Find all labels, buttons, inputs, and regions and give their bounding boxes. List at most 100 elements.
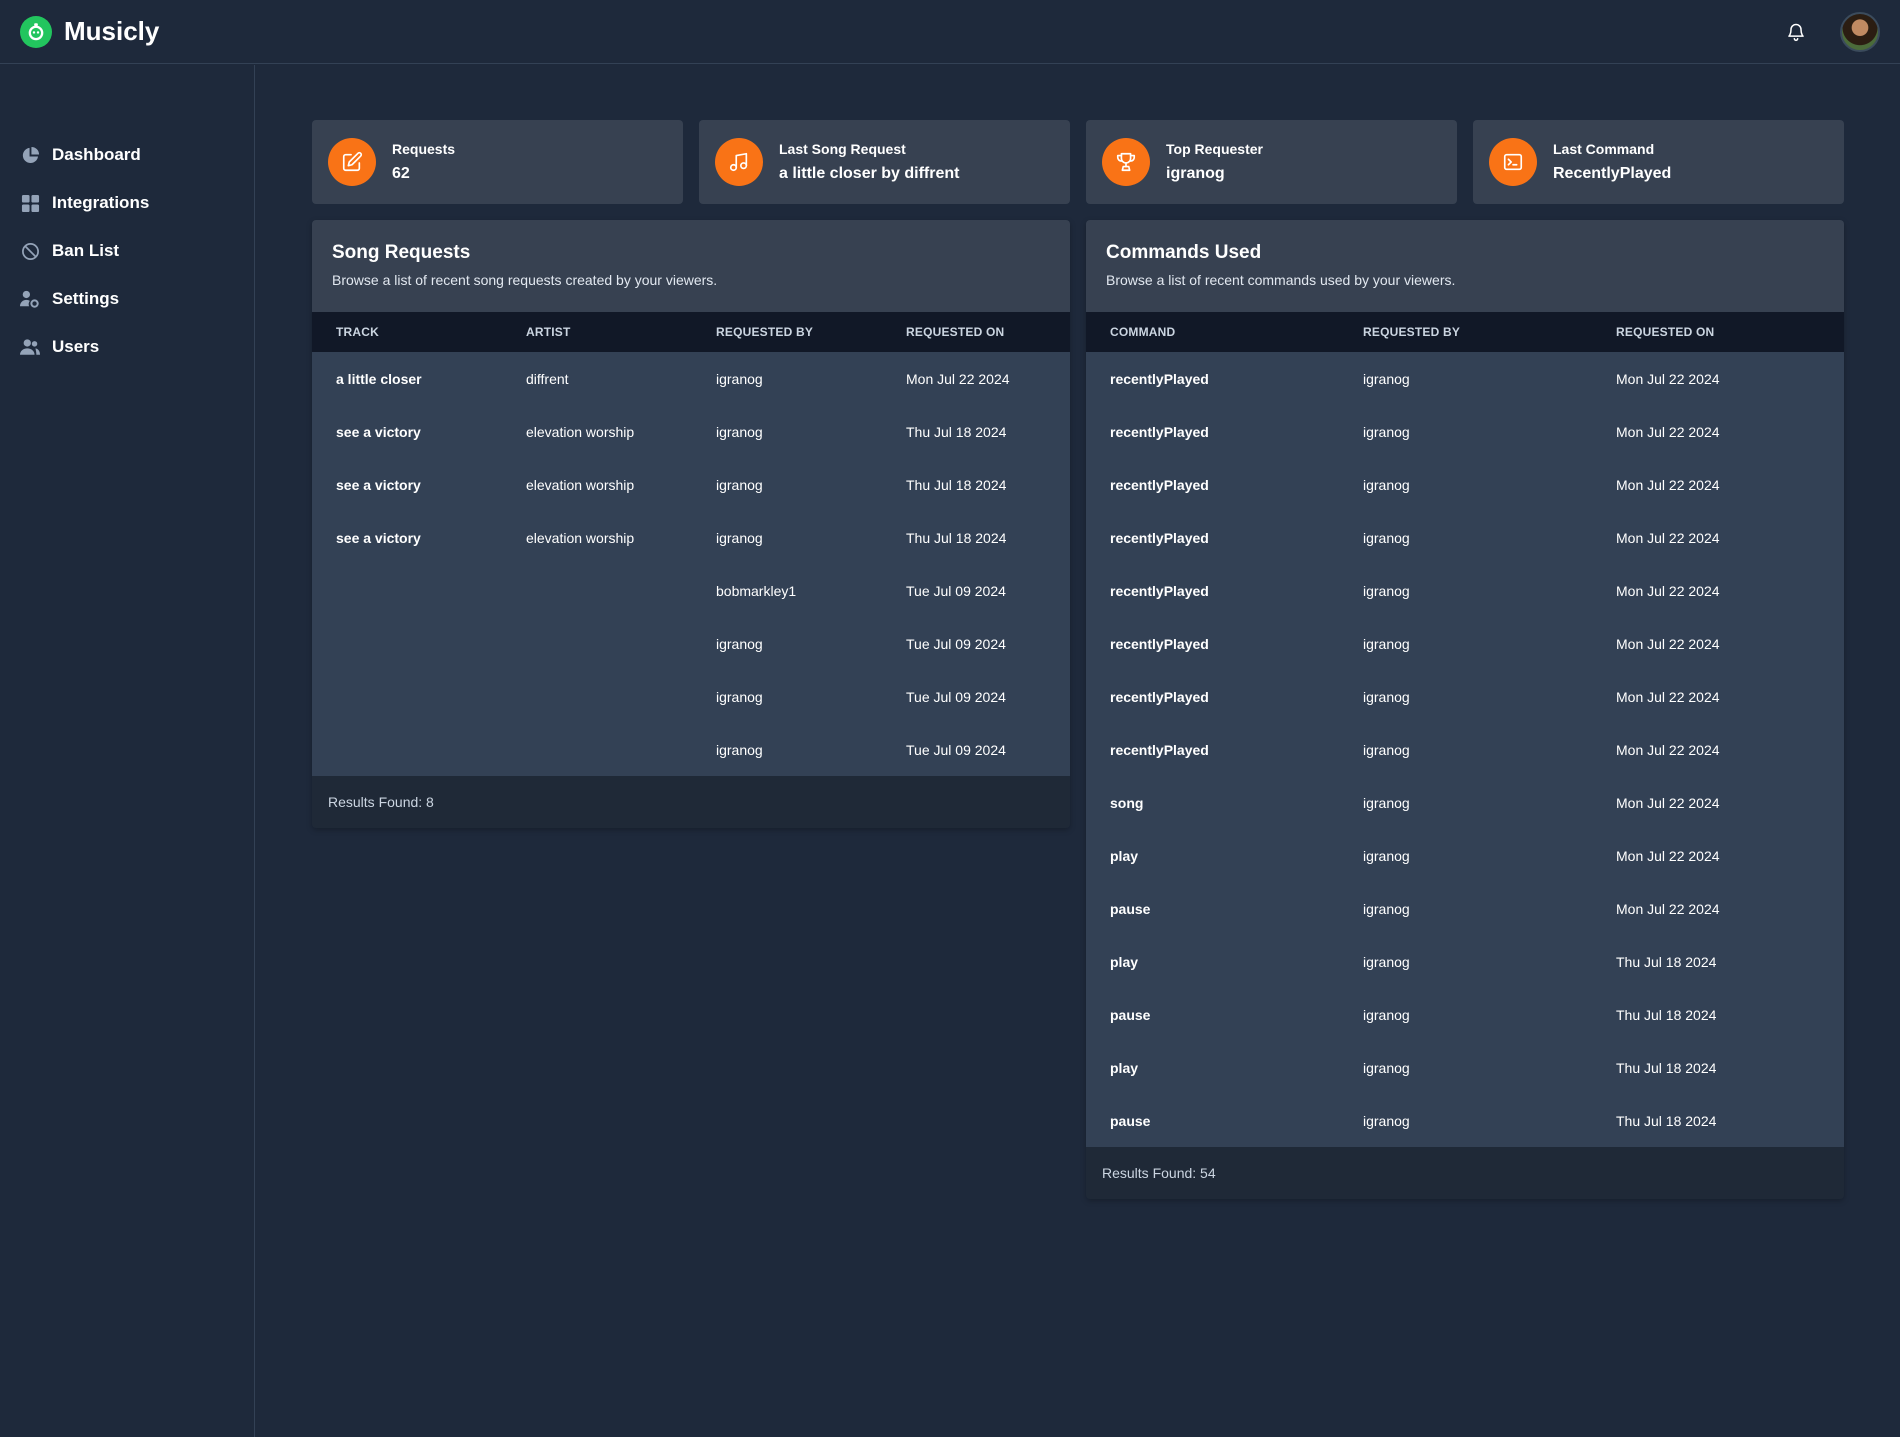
column-header-requested-by[interactable]: Requested By [1339, 312, 1592, 352]
column-header-command[interactable]: Command [1086, 312, 1339, 352]
table-row[interactable]: igranog Tue Jul 09 2024 [312, 617, 1070, 670]
requested-by-cell: igranog [1363, 741, 1410, 758]
table-row[interactable]: pause igranog Thu Jul 18 2024 [1086, 1094, 1844, 1147]
stat-value: RecentlyPlayed [1553, 165, 1672, 182]
terminal-icon [1489, 138, 1537, 186]
user-avatar[interactable] [1840, 11, 1880, 52]
column-header-requested-by[interactable]: Requested By [692, 312, 882, 352]
sidebar-item-settings[interactable]: Settings [0, 275, 254, 323]
column-header-requested-on[interactable]: Requested On [1592, 312, 1844, 352]
track-cell [312, 670, 502, 723]
requested-by-cell: igranog [716, 423, 763, 440]
table-row[interactable]: pause igranog Mon Jul 22 2024 [1086, 882, 1844, 935]
sidebar-item-dashboard[interactable]: Dashboard [0, 131, 254, 179]
table-row[interactable]: recentlyPlayed igranog Mon Jul 22 2024 [1086, 458, 1844, 511]
stat-label: Requests [392, 141, 456, 157]
requested-by-cell: igranog [1363, 900, 1410, 917]
requested-by-cell: igranog [1363, 476, 1410, 493]
requested-on-cell: Tue Jul 09 2024 [906, 582, 1006, 599]
top-bar: Musicly [0, 0, 1900, 64]
command-cell: play [1110, 1059, 1139, 1076]
panel-header: Commands Used Browse a list of recent co… [1086, 220, 1844, 312]
stat-value: a little closer by diffrent [779, 165, 960, 182]
table-row[interactable]: recentlyPlayed igranog Mon Jul 22 2024 [1086, 405, 1844, 458]
requested-on-cell: Tue Jul 09 2024 [906, 635, 1006, 652]
table-row[interactable]: play igranog Mon Jul 22 2024 [1086, 829, 1844, 882]
stat-label: Last Song Request [779, 141, 906, 157]
user-cog-icon [20, 289, 40, 309]
track-cell: see a victory [336, 423, 421, 440]
artist-cell [502, 670, 692, 723]
table-row[interactable]: recentlyPlayed igranog Mon Jul 22 2024 [1086, 564, 1844, 617]
table-row[interactable]: see a victory elevation worship igranog Thu… [312, 405, 1070, 458]
table-row[interactable]: pause igranog Thu Jul 18 2024 [1086, 988, 1844, 1041]
sidebar: Dashboard Integrations Ban List Settings… [0, 65, 255, 1437]
sidebar-item-ban-list[interactable]: Ban List [0, 227, 254, 275]
musicly-logo-icon [20, 15, 52, 48]
requested-by-cell: igranog [1363, 1006, 1410, 1023]
table-header-row: Command Requested By Requested On [1086, 312, 1844, 352]
requested-on-cell: Mon Jul 22 2024 [1616, 529, 1720, 546]
command-cell: recentlyPlayed [1110, 370, 1209, 387]
panel-title: Song Requests [332, 242, 471, 263]
command-cell: recentlyPlayed [1110, 423, 1209, 440]
artist-cell [502, 617, 692, 670]
requested-by-cell: igranog [1363, 1059, 1410, 1076]
requested-on-cell: Mon Jul 22 2024 [1616, 423, 1720, 440]
stat-label: Last Command [1553, 141, 1655, 157]
panels-row: Song Requests Browse a list of recent so… [312, 220, 1844, 1199]
requested-on-cell: Mon Jul 22 2024 [906, 370, 1010, 387]
stat-label: Top Requester [1166, 141, 1263, 157]
table-row[interactable]: bobmarkley1 Tue Jul 09 2024 [312, 564, 1070, 617]
command-cell: recentlyPlayed [1110, 635, 1209, 652]
stats-row: Requests 62 Last Song Request a little c… [312, 120, 1844, 204]
requested-on-cell: Mon Jul 22 2024 [1616, 688, 1720, 705]
track-cell [312, 723, 502, 776]
table-row[interactable]: see a victory elevation worship igranog Thu… [312, 458, 1070, 511]
requested-by-cell: igranog [1363, 688, 1410, 705]
command-cell: recentlyPlayed [1110, 476, 1209, 493]
table-row[interactable]: see a victory elevation worship igranog Thu… [312, 511, 1070, 564]
column-header-requested-on[interactable]: Requested On [882, 312, 1070, 352]
table-row[interactable]: recentlyPlayed igranog Mon Jul 22 2024 [1086, 723, 1844, 776]
track-cell: see a victory [336, 476, 421, 493]
requested-on-cell: Mon Jul 22 2024 [1616, 847, 1720, 864]
table-row[interactable]: song igranog Mon Jul 22 2024 [1086, 776, 1844, 829]
table-row[interactable]: play igranog Thu Jul 18 2024 [1086, 935, 1844, 988]
requested-on-cell: Tue Jul 09 2024 [906, 741, 1006, 758]
requested-on-cell: Mon Jul 22 2024 [1616, 370, 1720, 387]
command-cell: recentlyPlayed [1110, 582, 1209, 599]
stat-card-last-command: Last Command RecentlyPlayed [1473, 120, 1844, 204]
command-cell: play [1110, 847, 1139, 864]
notification-bell-icon[interactable] [1784, 20, 1808, 44]
panel-subtitle: Browse a list of recent commands used by… [1106, 272, 1456, 288]
table-row[interactable]: play igranog Thu Jul 18 2024 [1086, 1041, 1844, 1094]
requested-on-cell: Thu Jul 18 2024 [906, 476, 1007, 493]
pie-chart-icon [20, 145, 40, 165]
table-row[interactable]: recentlyPlayed igranog Mon Jul 22 2024 [1086, 617, 1844, 670]
table-row[interactable]: igranog Tue Jul 09 2024 [312, 670, 1070, 723]
stat-card-requests: Requests 62 [312, 120, 683, 204]
artist-cell: elevation worship [526, 476, 635, 493]
results-count: Results Found: 8 [312, 776, 1070, 828]
table-row[interactable]: recentlyPlayed igranog Mon Jul 22 2024 [1086, 511, 1844, 564]
table-row[interactable]: recentlyPlayed igranog Mon Jul 22 2024 [1086, 670, 1844, 723]
stat-value: 62 [392, 165, 410, 182]
sidebar-item-users[interactable]: Users [0, 323, 254, 371]
brand[interactable]: Musicly [20, 15, 159, 48]
table-row[interactable]: a little closer diffrent igranog Mon Jul 22… [312, 352, 1070, 405]
command-cell: pause [1110, 900, 1151, 917]
requested-on-cell: Mon Jul 22 2024 [1616, 476, 1720, 493]
column-header-artist[interactable]: Artist [502, 312, 692, 352]
column-header-track[interactable]: Track [312, 312, 502, 352]
requested-on-cell: Thu Jul 18 2024 [1616, 953, 1717, 970]
grid-icon [20, 193, 40, 213]
table-row[interactable]: recentlyPlayed igranog Mon Jul 22 2024 [1086, 352, 1844, 405]
table-row[interactable]: igranog Tue Jul 09 2024 [312, 723, 1070, 776]
sidebar-item-label: Settings [52, 289, 120, 308]
requested-by-cell: igranog [1363, 635, 1410, 652]
sidebar-item-integrations[interactable]: Integrations [0, 179, 254, 227]
requested-by-cell: igranog [1363, 953, 1410, 970]
command-cell: recentlyPlayed [1110, 688, 1209, 705]
requested-on-cell: Tue Jul 09 2024 [906, 688, 1006, 705]
